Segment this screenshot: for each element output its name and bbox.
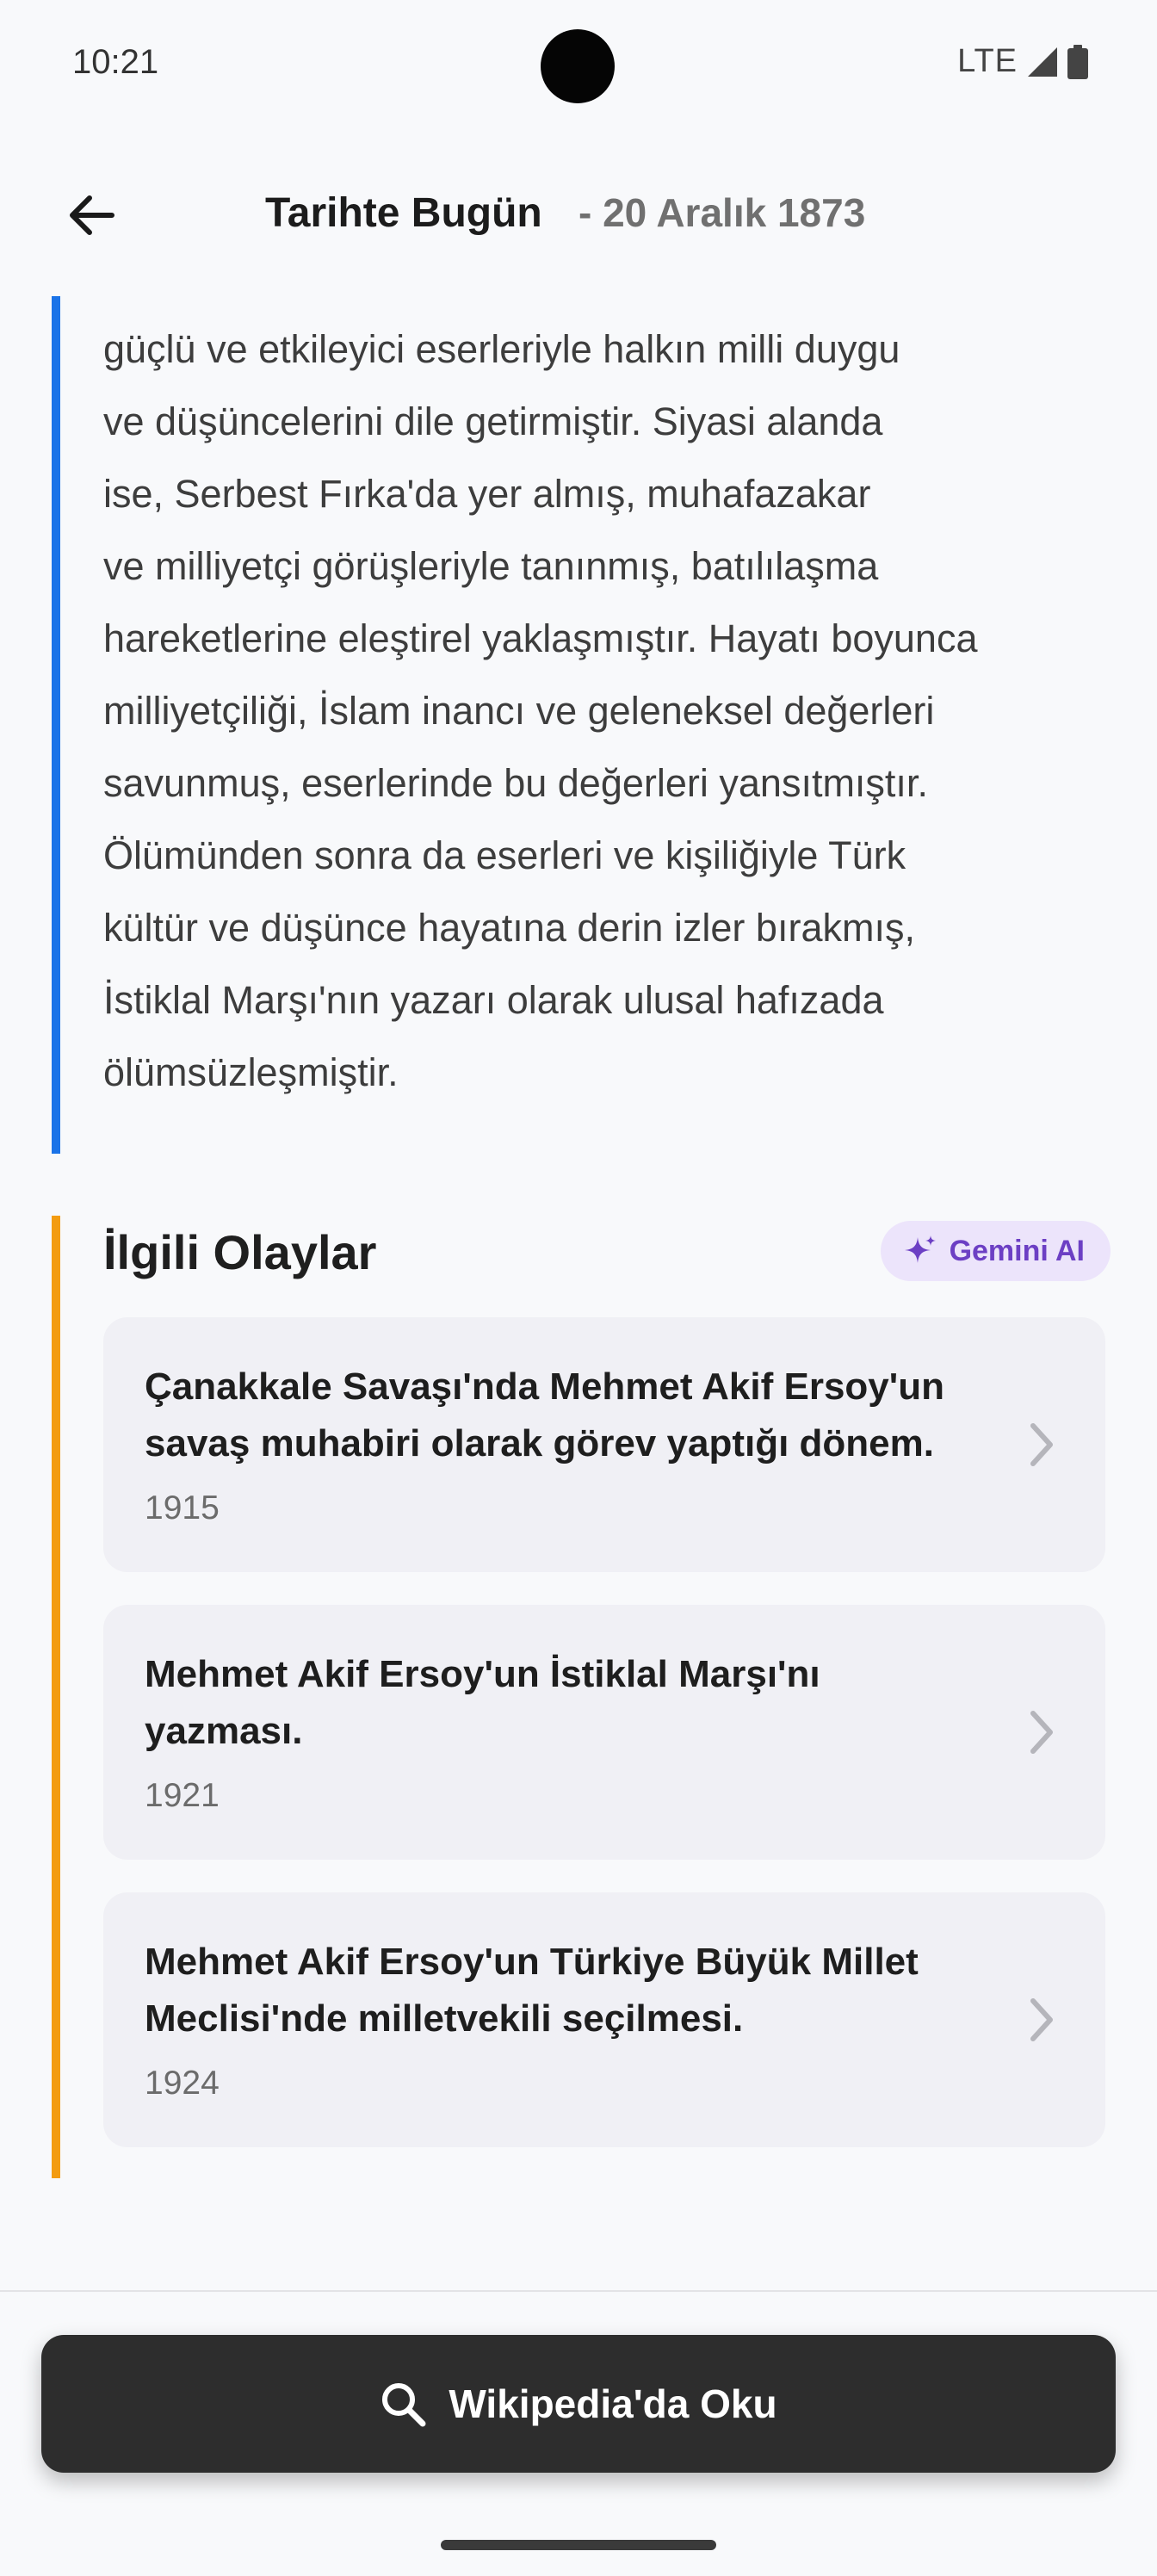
biography-text: güçlü ve etkileyici eserleriyle halkın m… (103, 327, 978, 1094)
chevron-right-icon (1030, 1423, 1053, 1466)
related-events-accent-bar (52, 1216, 60, 2178)
sparkle-icon (904, 1235, 936, 1263)
related-events-title: İlgili Olaylar (103, 1225, 377, 1279)
read-on-wikipedia-label: Wikipedia'da Oku (449, 2381, 777, 2426)
page-title: Tarihte Bugün (265, 190, 542, 236)
chevron-right-icon (1030, 1711, 1053, 1754)
event-title: Çanakkale Savaşı'nda Mehmet Akif Ersoy'u… (145, 1365, 944, 1464)
camera-cutout (541, 29, 615, 103)
related-event-card[interactable]: Mehmet Akif Ersoy'un Türkiye Büyük Mille… (103, 1892, 1105, 2147)
footer-divider (0, 2290, 1157, 2292)
biography-section: güçlü ve etkileyici eserleriyle halkın m… (52, 296, 1111, 1154)
network-type: LTE (957, 43, 1018, 79)
screen: 10:21 LTE Tarihte Bugün - 20 Aralık 1873… (0, 0, 1157, 2576)
biography-accent-bar (52, 296, 60, 1154)
gemini-ai-badge: Gemini AI (880, 1221, 1111, 1281)
app-header: Tarihte Bugün - 20 Aralık 1873 (0, 172, 1157, 258)
status-time: 10:21 (72, 43, 159, 81)
related-events-section: İlgili Olaylar Gemini AI Çanakkale Savaş… (52, 1216, 1111, 2178)
related-event-card[interactable]: Çanakkale Savaşı'nda Mehmet Akif Ersoy'u… (103, 1317, 1105, 1572)
related-event-card[interactable]: Mehmet Akif Ersoy'un İstiklal Marşı'nı y… (103, 1605, 1105, 1860)
search-icon (382, 2383, 426, 2427)
gemini-ai-label: Gemini AI (949, 1234, 1085, 1267)
event-title: Mehmet Akif Ersoy'un Türkiye Büyük Mille… (145, 1941, 919, 2040)
arrow-left-icon (70, 195, 114, 235)
event-title: Mehmet Akif Ersoy'un İstiklal Marşı'nı y… (145, 1653, 820, 1752)
read-on-wikipedia-button[interactable]: Wikipedia'da Oku (41, 2335, 1116, 2473)
status-bar: 10:21 LTE (0, 0, 1157, 129)
battery-icon (1067, 44, 1088, 79)
chevron-right-icon (1030, 1998, 1053, 2041)
event-year: 1921 (145, 1777, 220, 1814)
back-button[interactable] (57, 181, 126, 250)
page-date: - 20 Aralık 1873 (578, 190, 866, 235)
home-indicator[interactable] (441, 2540, 716, 2550)
event-year: 1924 (145, 2065, 220, 2102)
signal-icon (1028, 46, 1057, 77)
event-year: 1915 (145, 1489, 220, 1526)
status-icons: LTE (957, 43, 1088, 80)
